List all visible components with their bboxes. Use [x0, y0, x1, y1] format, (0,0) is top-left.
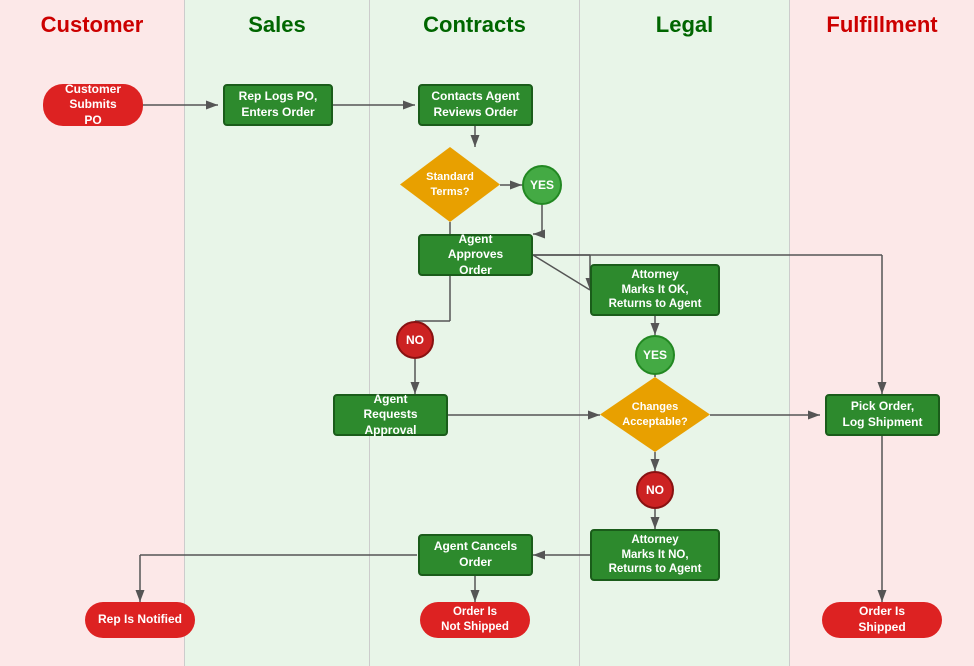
node-contacts-agent: Contacts AgentReviews Order — [418, 84, 533, 126]
node-attorney-no: AttorneyMarks It NO,Returns to Agent — [590, 529, 720, 581]
node-agent-requests: Agent RequestsApproval — [333, 394, 448, 436]
node-rep-notified: Rep Is Notified — [85, 602, 195, 638]
node-order-shipped: Order Is Shipped — [822, 602, 942, 638]
arrow-attorney-back — [533, 255, 590, 290]
node-order-not-shipped: Order IsNot Shipped — [420, 602, 530, 638]
node-no2: NO — [636, 471, 674, 509]
node-yes1: YES — [522, 165, 562, 205]
node-customer-submits: Customer SubmitsPO — [43, 84, 143, 126]
node-agent-cancels: Agent CancelsOrder — [418, 534, 533, 576]
node-yes2: YES — [635, 335, 675, 375]
node-rep-logs: Rep Logs PO,Enters Order — [223, 84, 333, 126]
node-pick-order: Pick Order,Log Shipment — [825, 394, 940, 436]
node-no1: NO — [396, 321, 434, 359]
node-agent-approves: Agent ApprovesOrder — [418, 234, 533, 276]
node-attorney-ok: AttorneyMarks It OK,Returns to Agent — [590, 264, 720, 316]
flowchart-diagram: Customer Sales Contracts Legal Fulfillme… — [0, 0, 974, 666]
